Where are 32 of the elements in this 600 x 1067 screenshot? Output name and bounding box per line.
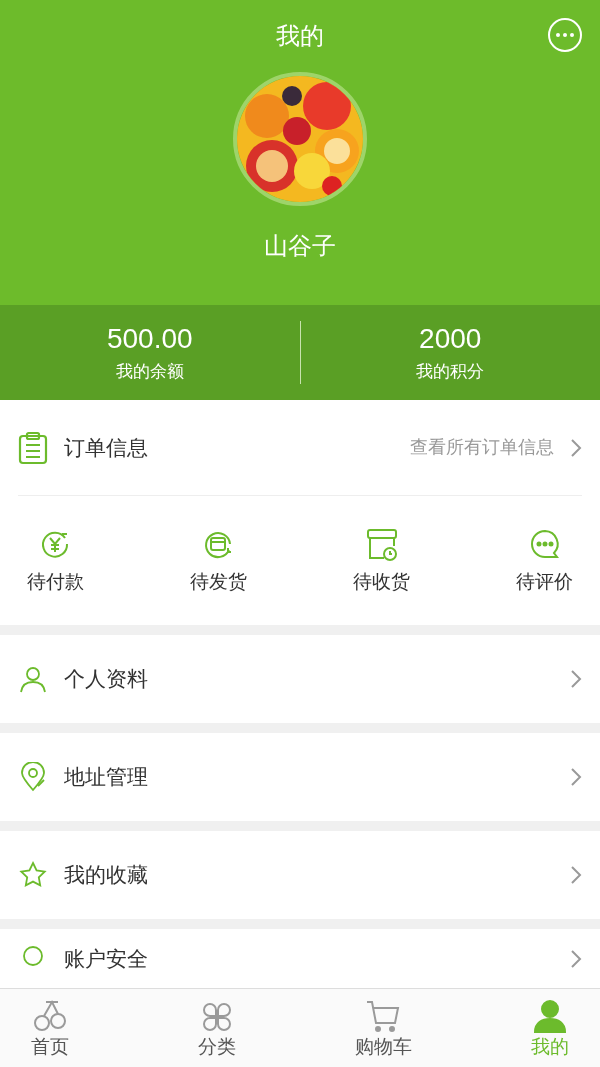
chevron-right-icon <box>570 865 582 885</box>
tab[interactable]: 首页 <box>10 989 90 1067</box>
chevron-right-icon <box>570 437 582 458</box>
page-title: 我的 <box>276 21 324 51</box>
chevron-right-icon <box>570 767 582 787</box>
clipboard-icon <box>18 430 48 465</box>
order-status-button[interactable]: 待收货 <box>344 526 419 597</box>
stat-value: 2000 <box>419 321 482 356</box>
username: 山谷子 <box>264 231 336 261</box>
person-icon <box>18 664 48 694</box>
menu-row[interactable]: 个人资料 <box>0 635 600 723</box>
tab[interactable]: 购物车 <box>343 989 424 1067</box>
cart-icon <box>365 999 402 1033</box>
chevron-right-icon <box>570 669 582 689</box>
location-pin-icon <box>18 762 48 792</box>
order-status-button[interactable]: 待发货 <box>181 526 256 597</box>
cherry-icon <box>32 999 68 1033</box>
menu-row[interactable]: 我的收藏 <box>0 831 600 919</box>
chevron-right-icon <box>570 948 582 969</box>
stat-value: 500.00 <box>106 321 193 356</box>
section-title: 订单信息 <box>64 434 148 461</box>
stat-label: 我的积分 <box>416 360 485 383</box>
order-status-button[interactable]: 待付款 <box>18 526 92 597</box>
person-icon <box>531 999 568 1033</box>
order-status-button[interactable]: 待评价 <box>508 526 582 597</box>
stat-label: 我的余额 <box>115 360 184 383</box>
menu-row[interactable]: 地址管理 <box>0 733 600 821</box>
chat-icon <box>556 33 574 37</box>
star-icon <box>18 860 48 890</box>
menu-row[interactable]: 账户安全 <box>0 929 600 988</box>
tab[interactable]: 分类 <box>176 989 257 1067</box>
message-button[interactable] <box>548 18 582 52</box>
